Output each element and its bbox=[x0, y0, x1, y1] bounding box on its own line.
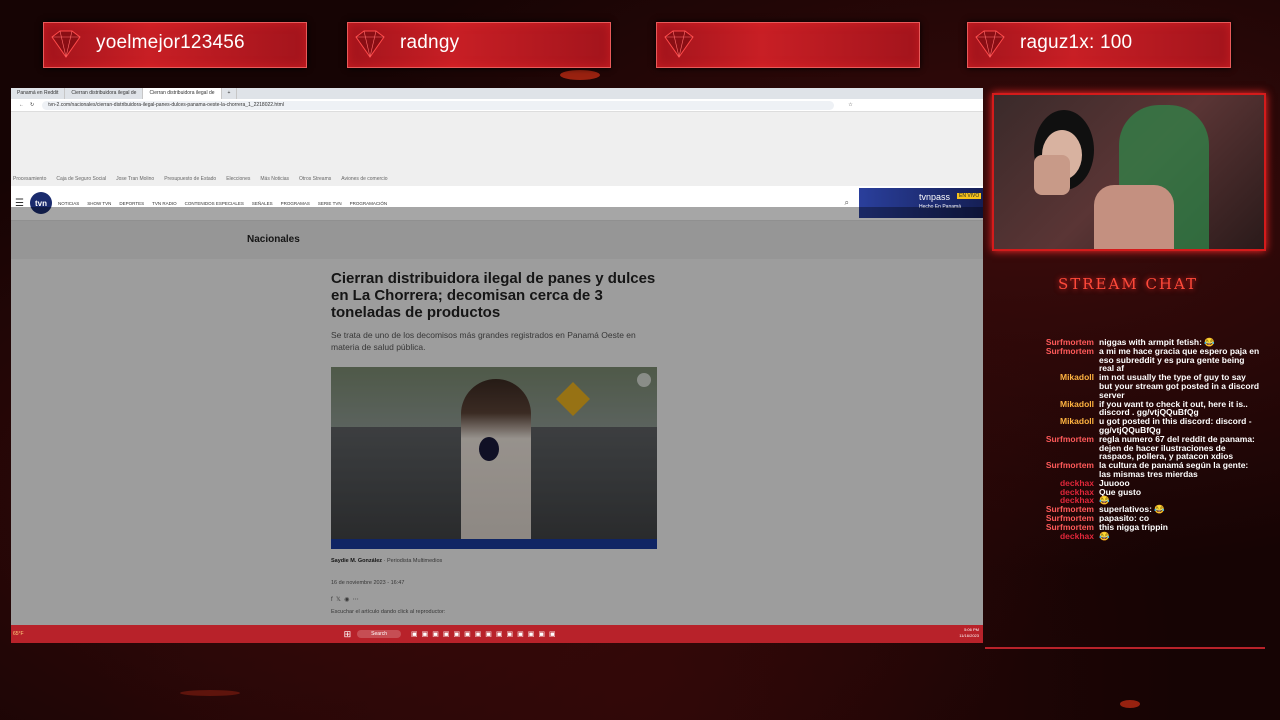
nav-item[interactable]: PROGRAMACIÓN bbox=[350, 201, 388, 206]
subnav-item[interactable]: Jose Tran Molino bbox=[116, 176, 154, 182]
nav-item[interactable]: CONTENIDOS ESPECIALES bbox=[185, 201, 244, 206]
chat-message: Surfmortem this nigga trippin bbox=[1000, 521, 1260, 532]
chat-title: STREAM CHAT bbox=[1057, 275, 1199, 293]
donor-name: radngy bbox=[400, 32, 460, 53]
subnav-item[interactable]: Elecciones bbox=[226, 176, 250, 182]
tvnpass-label: tvnpass bbox=[919, 192, 951, 202]
chat-text: if you want to check it out, here it is.… bbox=[1099, 398, 1248, 418]
weather-widget[interactable]: 65°F bbox=[13, 631, 24, 637]
heart-gem-icon bbox=[664, 30, 694, 58]
subnav-item[interactable]: Aviones de comercio bbox=[341, 176, 387, 182]
chat-message: deckhax Que gusto bbox=[1000, 486, 1260, 497]
bookmark-star-icon[interactable]: ☆ bbox=[848, 102, 852, 108]
subnav-item[interactable]: Procesamiento bbox=[13, 176, 46, 182]
donor-banner: radngy bbox=[347, 22, 611, 68]
nav-menu: NOTICIAS SHOW TVN DEPORTES TVN RADIO CON… bbox=[58, 201, 387, 206]
ember-glow bbox=[560, 70, 600, 80]
chat-text: 😂 bbox=[1099, 530, 1110, 541]
donor-name: raguz1x: 100 bbox=[1020, 32, 1133, 53]
donor-banner bbox=[656, 22, 920, 68]
nav-item[interactable]: DEPORTES bbox=[119, 201, 144, 206]
chat-username[interactable]: Surfmortem bbox=[1000, 346, 1099, 373]
donor-banner: raguz1x: 100 bbox=[967, 22, 1231, 68]
back-icon[interactable]: ← bbox=[19, 102, 24, 108]
chat-message: Surfmortem a mi me hace gracia que espero… bbox=[1000, 345, 1260, 374]
subnav-item[interactable]: Presupuesto de Estado bbox=[164, 176, 216, 182]
chat-message: Mikadoll im not usually the type of guy t… bbox=[1000, 372, 1260, 400]
tab-strip: Panamá en Reddit Cierran distribuidora i… bbox=[11, 88, 983, 99]
taskbar: 65°F ⊞ Search ▣▣▣▣▣▣▣▣▣▣▣▣▣▣ 5:06 PM 11/… bbox=[11, 625, 983, 643]
browser-tab-active[interactable]: Cierran distribuidora ilegal de bbox=[143, 88, 222, 99]
chat-message: Mikadoll if you want to check it out, her… bbox=[1000, 398, 1260, 418]
chat-text: regla numero 67 del reddit de panama: de… bbox=[1099, 433, 1255, 462]
chat-message: deckhax 😂 bbox=[1000, 530, 1260, 541]
site-subnav: Procesamiento Caja de Seguro Social Jose… bbox=[11, 172, 983, 186]
chat-message: Surfmortem regla numero 67 del reddit de … bbox=[1000, 433, 1260, 462]
donor-name: yoelmejor123456 bbox=[96, 32, 245, 53]
chat-text: im not usually the type of guy to say bu… bbox=[1099, 372, 1260, 400]
nav-item[interactable]: NOTICIAS bbox=[58, 201, 79, 206]
chat-message: Surfmortem la cultura de panamá según la … bbox=[1000, 461, 1260, 479]
ember-glow bbox=[1120, 700, 1140, 708]
new-tab-button[interactable]: + bbox=[222, 88, 238, 99]
nav-item[interactable]: PROGRAMAS bbox=[281, 201, 310, 206]
subnav-item[interactable]: Más Noticias bbox=[260, 176, 289, 182]
chat-username[interactable]: deckhax bbox=[1000, 531, 1099, 541]
heart-gem-icon bbox=[51, 30, 81, 58]
streamer-hand bbox=[1034, 155, 1070, 195]
browser-window: Panamá en Reddit Cierran distribuidora i… bbox=[11, 88, 983, 643]
browser-tab[interactable]: Panamá en Reddit bbox=[11, 88, 66, 99]
address-bar: ← ↻ tvn-2.com/nacionales/cierran-distrib… bbox=[11, 99, 983, 112]
heart-gem-icon bbox=[355, 30, 385, 58]
page-overlay bbox=[11, 207, 983, 625]
subnav-item[interactable]: Caja de Seguro Social bbox=[56, 176, 106, 182]
chat-divider bbox=[985, 647, 1265, 649]
url-field[interactable]: tvn-2.com/nacionales/cierran-distribuido… bbox=[42, 100, 835, 110]
heart-gem-icon bbox=[975, 30, 1005, 58]
chat-username[interactable]: Surfmortem bbox=[1000, 461, 1099, 479]
taskbar-search[interactable]: Search bbox=[357, 630, 402, 638]
nav-item[interactable]: SHOW TVN bbox=[87, 201, 111, 206]
donor-banner: yoelmejor123456 bbox=[43, 22, 307, 68]
streamer-shoulder bbox=[1094, 185, 1174, 249]
chat-text: a mi me hace gracia que espero paja en e… bbox=[1099, 345, 1260, 374]
chat-text: la cultura de panamá según la gente: las… bbox=[1099, 460, 1249, 479]
chat-messages: Surfmortem niggas with armpit fetish: 😂 Su… bbox=[1000, 338, 1260, 540]
chat-text: u got posted in this discord: discord - … bbox=[1099, 416, 1252, 435]
taskbar-app-icons[interactable]: ▣▣▣▣▣▣▣▣▣▣▣▣▣▣ bbox=[411, 630, 560, 638]
system-clock[interactable]: 5:06 PM 11/16/2023 bbox=[959, 627, 979, 639]
subnav-item[interactable]: Otros Streams bbox=[299, 176, 331, 182]
chat-text: this nigga trippin bbox=[1099, 521, 1168, 532]
live-badge: EN VIVO bbox=[957, 193, 982, 199]
ember-glow bbox=[180, 690, 240, 696]
chat-username[interactable]: Mikadoll bbox=[1000, 399, 1099, 418]
ad-space bbox=[11, 112, 983, 172]
chat-text: Que gusto bbox=[1099, 486, 1142, 497]
chat-username[interactable]: Mikadoll bbox=[1000, 373, 1099, 399]
clock-date: 11/16/2023 bbox=[959, 633, 979, 638]
chat-username[interactable]: Mikadoll bbox=[1000, 417, 1099, 435]
nav-item[interactable]: SEÑALES bbox=[252, 201, 273, 206]
chat-message: Mikadoll u got posted in this discord: di… bbox=[1000, 417, 1260, 435]
nav-item[interactable]: SERIE TVN bbox=[318, 201, 342, 206]
chat-username[interactable]: Surfmortem bbox=[1000, 434, 1099, 461]
reload-icon[interactable]: ↻ bbox=[30, 102, 34, 108]
webcam-frame bbox=[992, 93, 1266, 251]
browser-tab[interactable]: Cierran distribuidora ilegal de bbox=[65, 88, 144, 99]
windows-start-icon[interactable]: ⊞ bbox=[344, 629, 352, 640]
clock-time: 5:06 PM bbox=[964, 627, 979, 632]
nav-item[interactable]: TVN RADIO bbox=[152, 201, 177, 206]
